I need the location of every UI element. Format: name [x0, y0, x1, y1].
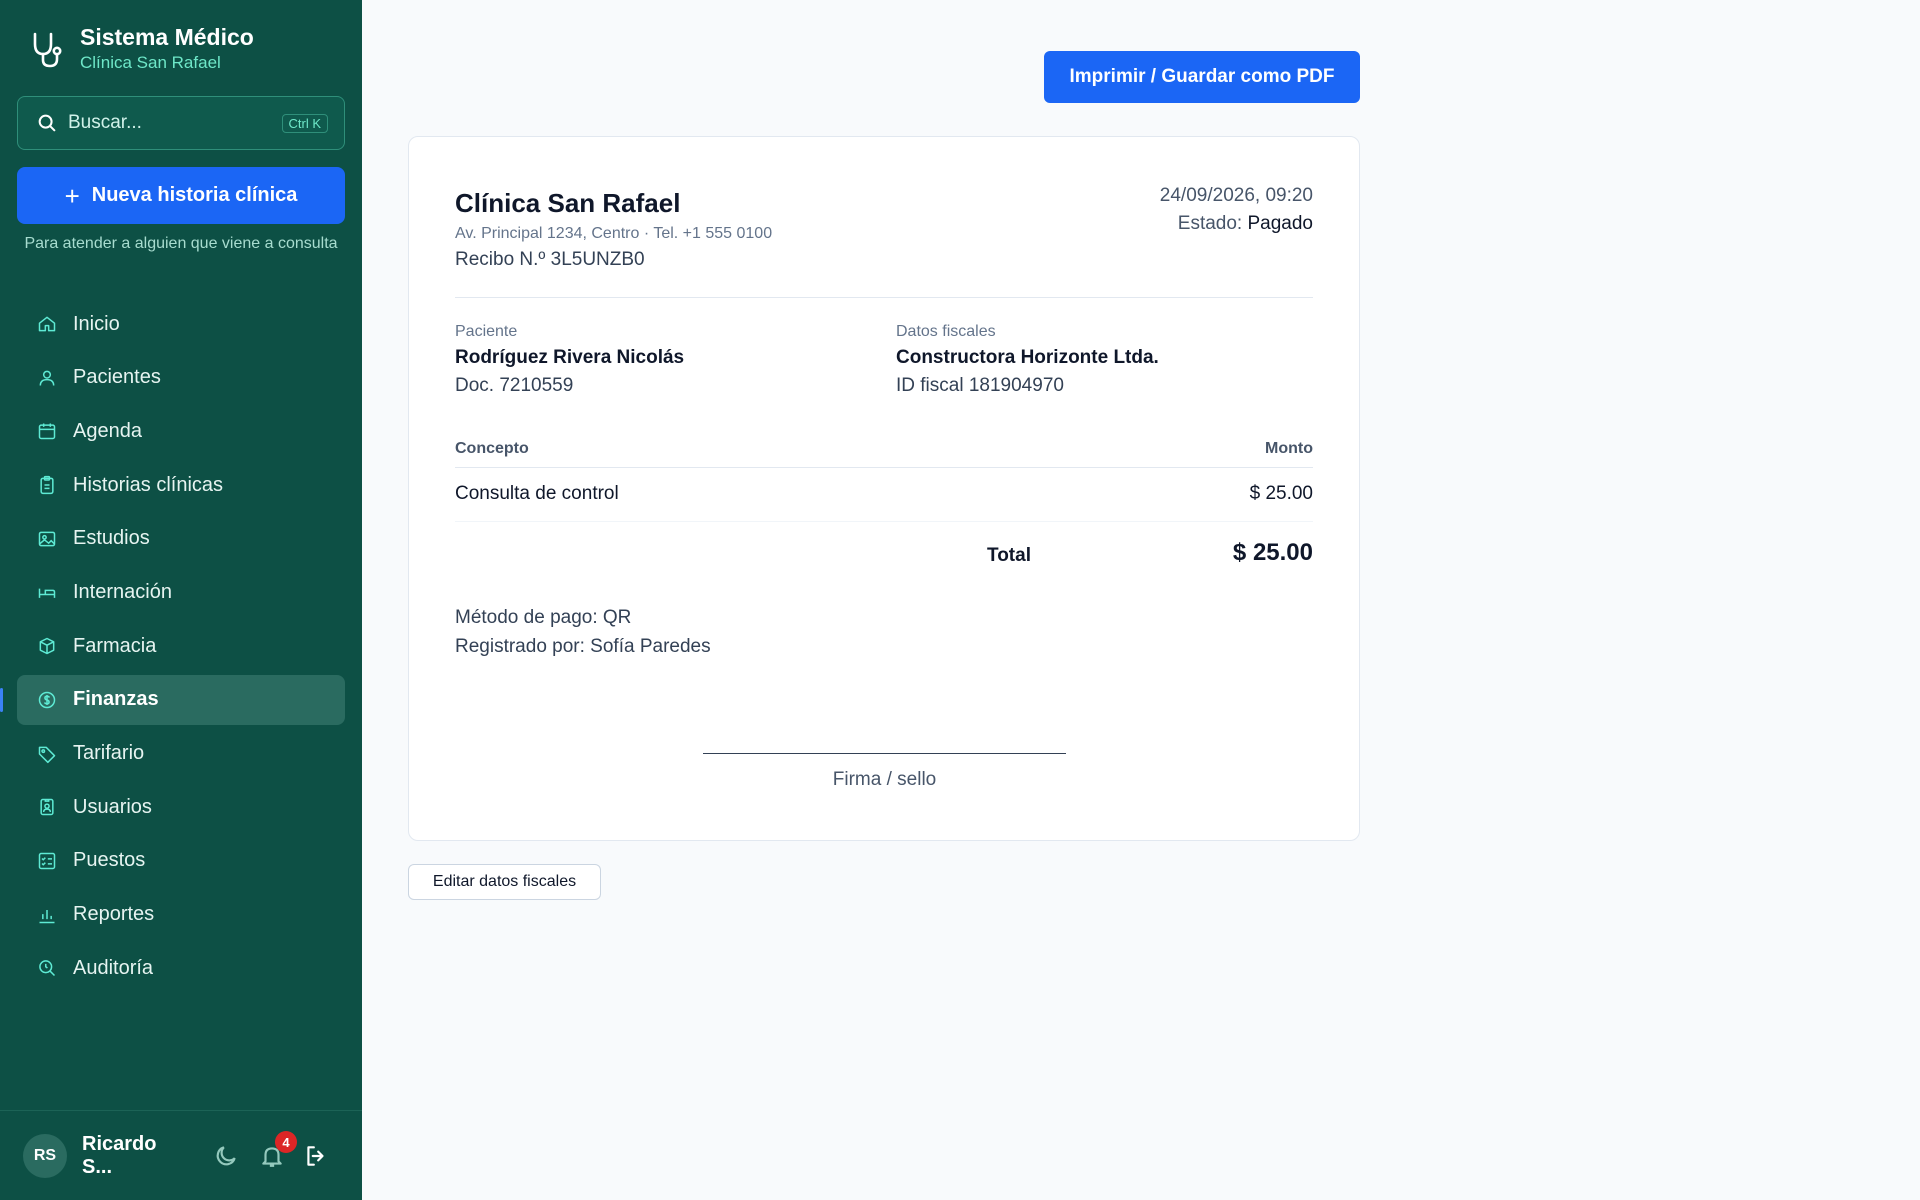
fiscal-id: ID fiscal 181904970: [896, 375, 1064, 396]
sidebar-item-label: Inicio: [73, 312, 120, 335]
search-audit-icon: [39, 960, 56, 977]
sidebar-item-tarifario[interactable]: Tarifario: [17, 729, 345, 779]
sidebar-item-inicio[interactable]: Inicio: [17, 299, 345, 349]
search-input[interactable]: Buscar... Ctrl K: [17, 96, 345, 150]
logout-icon[interactable]: [303, 1143, 329, 1169]
app-title: Sistema Médico: [80, 24, 254, 50]
user-name[interactable]: Ricardo S...: [82, 1133, 192, 1179]
sidebar-nav: Inicio Pacientes Agenda Historias clínic…: [0, 299, 345, 997]
sidebar-item-label: Tarifario: [73, 742, 145, 764]
total-label: Total: [987, 545, 1031, 566]
sidebar-item-usuarios[interactable]: Usuarios: [17, 782, 345, 832]
line-item-concept: Consulta de control: [455, 483, 619, 504]
bar-chart-icon: [39, 909, 55, 923]
patient-name: Rodríguez Rivera Nicolás: [455, 347, 685, 368]
new-clinical-record-button[interactable]: + Nueva historia clínica: [17, 167, 345, 224]
search-icon: [38, 114, 56, 132]
total-value: $ 25.00: [1232, 539, 1313, 566]
status-badge: Pagado: [1247, 213, 1313, 234]
sidebar-item-label: Historias clínicas: [73, 473, 224, 496]
stethoscope-icon: [33, 32, 62, 68]
user-icon: [39, 370, 55, 386]
status-label: Estado:: [1177, 213, 1243, 234]
patient-label: Paciente: [455, 323, 518, 340]
sidebar-item-label: Agenda: [73, 419, 142, 442]
tag-icon: [38, 746, 56, 763]
sidebar-item-label: Auditoría: [73, 956, 154, 979]
sidebar-item-farmacia[interactable]: Farmacia: [17, 621, 345, 671]
receipt-status: Estado: Pagado: [1178, 213, 1313, 235]
edit-fiscal-data-button[interactable]: Editar datos fiscales: [408, 864, 601, 900]
image-icon: [38, 531, 56, 547]
new-record-hint: Para atender a alguien que viene a consu…: [24, 235, 338, 252]
patient-document: Doc. 7210559: [455, 375, 574, 396]
clipboard-icon: [40, 475, 54, 495]
fiscal-name: Constructora Horizonte Ltda.: [896, 347, 1159, 368]
calendar-icon: [38, 423, 56, 440]
sidebar-item-label: Estudios: [73, 527, 150, 550]
brand: Sistema Médico Clínica San Rafael: [30, 22, 254, 74]
sidebar-item-reportes[interactable]: Reportes: [17, 890, 345, 940]
sidebar-item-agenda[interactable]: Agenda: [17, 406, 345, 456]
receipt-number: Recibo N.º 3L5UNZB0: [455, 249, 645, 270]
sidebar: Sistema Médico Clínica San Rafael Buscar…: [0, 0, 362, 1200]
sidebar-item-label: Pacientes: [73, 366, 161, 389]
receipt-datetime: 24/09/2026, 09:20: [1159, 185, 1313, 206]
payment-method: Método de pago: QR: [455, 607, 632, 628]
bed-icon: [38, 589, 56, 599]
sidebar-item-label: Finanzas: [73, 688, 159, 711]
sidebar-item-label: Usuarios: [73, 795, 152, 818]
amount-column-header: Monto: [1265, 440, 1313, 457]
user-bar: RS Ricardo S... 4: [0, 1110, 362, 1200]
package-icon: [39, 637, 55, 655]
sidebar-item-label: Internación: [73, 580, 172, 603]
id-badge-icon: [40, 798, 54, 816]
clinic-subtitle: Clínica San Rafael: [80, 53, 221, 72]
registered-by: Registrado por: Sofía Paredes: [455, 636, 711, 657]
sidebar-item-estudios[interactable]: Estudios: [17, 514, 345, 564]
clinic-name: Clínica San Rafael: [455, 188, 681, 218]
header-divider: [455, 297, 1313, 298]
sidebar-item-finanzas[interactable]: Finanzas: [0, 674, 345, 725]
home-icon: [38, 316, 56, 332]
sidebar-item-label: Farmacia: [73, 634, 157, 657]
sidebar-item-label: Reportes: [73, 903, 155, 926]
table-row-divider: [455, 521, 1313, 522]
sidebar-item-historias[interactable]: Historias clínicas: [17, 460, 345, 510]
search-placeholder: Buscar...: [68, 112, 142, 133]
sidebar-item-internacion[interactable]: Internación: [17, 567, 345, 617]
avatar[interactable]: RS: [23, 1133, 67, 1178]
notification-badge: 4: [275, 1131, 297, 1153]
sidebar-item-label: Puestos: [73, 849, 146, 872]
concept-column-header: Concepto: [455, 440, 529, 457]
print-pdf-button[interactable]: Imprimir / Guardar como PDF: [1044, 51, 1360, 103]
sidebar-item-puestos[interactable]: Puestos: [17, 836, 345, 886]
clinic-address: Av. Principal 1234, Centro · Tel. +1 555…: [455, 225, 773, 242]
search-shortcut-badge: Ctrl K: [281, 113, 328, 133]
signature-label: Firma / sello: [832, 769, 937, 790]
plus-icon: +: [64, 180, 80, 211]
moon-icon[interactable]: [213, 1143, 239, 1169]
table-header-divider: [455, 467, 1313, 468]
list-checks-icon: [38, 852, 56, 870]
signature-line: [703, 753, 1066, 754]
sidebar-item-auditoria[interactable]: Auditoría: [17, 943, 345, 993]
dollar-icon: [38, 691, 56, 709]
line-item-amount: $ 25.00: [1249, 483, 1313, 504]
receipt-card: Clínica San Rafael Av. Principal 1234, C…: [408, 136, 1360, 841]
fiscal-label: Datos fiscales: [896, 323, 996, 340]
new-clinical-record-label: Nueva historia clínica: [91, 184, 298, 206]
sidebar-item-pacientes[interactable]: Pacientes: [17, 353, 345, 403]
